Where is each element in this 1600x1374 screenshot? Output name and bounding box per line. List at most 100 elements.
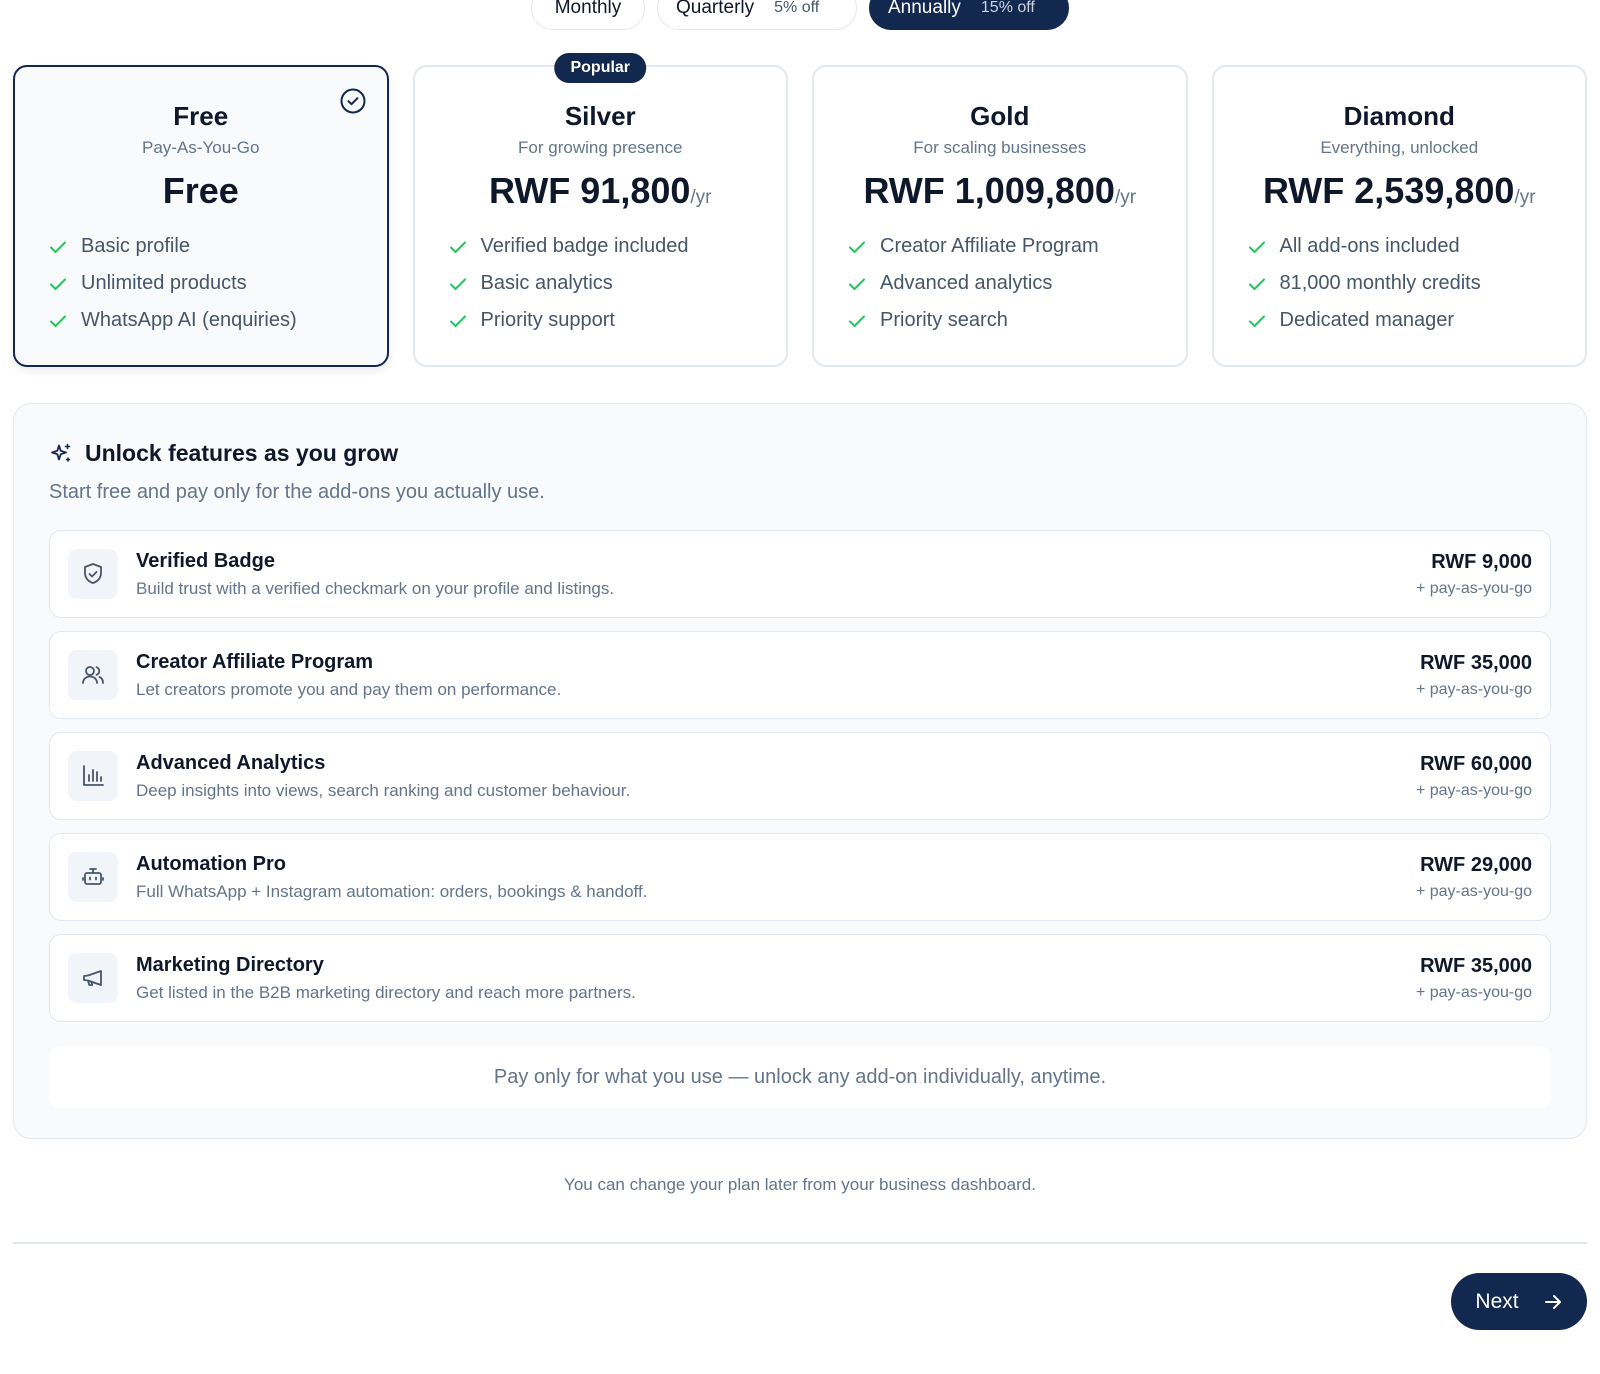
megaphone-icon bbox=[83, 970, 102, 986]
plan-feature: Basic analytics bbox=[447, 265, 787, 302]
check-icon bbox=[1248, 241, 1265, 253]
addon-amount: RWF 35,000 bbox=[1420, 651, 1532, 674]
addon-text: Creator Affiliate Program Let creators p… bbox=[136, 651, 1416, 700]
plan-price: RWF 91,800/yr bbox=[415, 170, 787, 212]
selected-check-icon bbox=[340, 88, 365, 114]
addon-billing: + pay-as-you-go bbox=[1415, 781, 1532, 799]
plan-feature-label: Priority support bbox=[480, 309, 616, 331]
plan-subtitle: For growing presence bbox=[518, 138, 683, 157]
check-icon bbox=[849, 315, 865, 327]
plan-feature-label: Creator Affiliate Program bbox=[880, 235, 1099, 257]
billing-quarterly-button[interactable]: Quarterly 5% off bbox=[657, 0, 857, 30]
addons-panel: Unlock features as you grow Start free a… bbox=[13, 403, 1587, 1139]
addon-icon-wrap bbox=[68, 650, 118, 700]
plan-price: RWF 1,009,800/yr bbox=[814, 170, 1186, 212]
plan-price-amount: Free bbox=[162, 170, 239, 211]
plan-feature: Priority search bbox=[846, 302, 1186, 339]
plan-card-free[interactable]: Free Pay-As-You-Go Free Basic profile Un… bbox=[13, 65, 389, 367]
addon-item-verified-badge[interactable]: Verified Badge Build trust with a verifi… bbox=[49, 530, 1551, 618]
plan-feature-label: Priority search bbox=[880, 309, 1008, 331]
addon-description: Let creators promote you and pay them on… bbox=[136, 679, 562, 699]
addon-list: Verified Badge Build trust with a verifi… bbox=[49, 530, 1551, 1022]
addon-icon-wrap bbox=[68, 751, 118, 801]
addon-text: Marketing Directory Get listed in the B2… bbox=[136, 954, 1416, 1003]
plan-feature: Advanced analytics bbox=[846, 265, 1186, 302]
plan-price-amount: RWF 1,009,800 bbox=[863, 170, 1115, 211]
addon-billing: + pay-as-you-go bbox=[1415, 680, 1532, 698]
addon-icon-wrap bbox=[68, 549, 118, 599]
check-icon bbox=[50, 315, 66, 327]
addon-item-automation-pro[interactable]: Automation Pro Full WhatsApp + Instagram… bbox=[49, 833, 1551, 921]
plan-feature: Unlimited products bbox=[47, 265, 387, 302]
addon-text: Advanced Analytics Deep insights into vi… bbox=[136, 752, 1416, 801]
plan-name: Diamond bbox=[1343, 101, 1455, 131]
plan-name: Free bbox=[173, 101, 229, 131]
plan-card-silver[interactable]: Popular Silver For growing presence RWF … bbox=[412, 53, 788, 367]
billing-monthly-button[interactable]: Monthly bbox=[531, 0, 645, 30]
shield-check-icon bbox=[84, 563, 102, 584]
addon-amount: RWF 60,000 bbox=[1420, 752, 1532, 775]
billing-monthly-label: Monthly bbox=[554, 0, 622, 18]
addon-name: Verified Badge bbox=[136, 549, 275, 572]
addon-icon-wrap bbox=[68, 953, 118, 1003]
plan-feature: Priority support bbox=[447, 302, 787, 339]
addon-billing: + pay-as-you-go bbox=[1415, 882, 1532, 900]
plan-feature: Basic profile bbox=[47, 228, 387, 265]
plan-features: Basic profile Unlimited products WhatsAp… bbox=[15, 228, 387, 339]
addon-name: Automation Pro bbox=[136, 852, 286, 875]
addon-amount: RWF 9,000 bbox=[1431, 550, 1532, 573]
addon-item-marketing-directory[interactable]: Marketing Directory Get listed in the B2… bbox=[49, 934, 1551, 1022]
addon-text: Verified Badge Build trust with a verifi… bbox=[136, 550, 1416, 599]
plan-price-amount: RWF 2,539,800 bbox=[1262, 170, 1515, 211]
change-plan-note: You can change your plan later from your… bbox=[564, 1175, 1036, 1194]
addon-amount: RWF 35,000 bbox=[1420, 954, 1532, 977]
addon-description: Get listed in the B2B marketing director… bbox=[136, 982, 636, 1002]
addons-subtitle: Start free and pay only for the add-ons … bbox=[49, 481, 545, 503]
check-icon bbox=[449, 315, 466, 327]
addons-heading: Unlock features as you grow bbox=[49, 440, 1551, 467]
plan-price-period: /yr bbox=[1114, 187, 1137, 208]
billing-quarterly-label: Quarterly bbox=[676, 0, 755, 18]
plan-features: Verified badge included Basic analytics … bbox=[415, 228, 787, 339]
addon-description: Build trust with a verified checkmark on… bbox=[136, 578, 615, 598]
plan-name: Silver bbox=[564, 101, 636, 131]
addon-price: RWF 60,000 + pay-as-you-go bbox=[1416, 753, 1532, 800]
addon-description: Deep insights into views, search ranking… bbox=[136, 780, 631, 800]
addon-price: RWF 35,000 + pay-as-you-go bbox=[1416, 955, 1532, 1002]
bar-chart-icon bbox=[83, 765, 104, 786]
addon-item-advanced-analytics[interactable]: Advanced Analytics Deep insights into vi… bbox=[49, 732, 1551, 820]
next-button[interactable]: Next bbox=[1451, 1273, 1587, 1330]
addon-amount: RWF 29,000 bbox=[1420, 853, 1532, 876]
billing-annually-button[interactable]: Annually 15% off bbox=[869, 0, 1069, 30]
addon-price: RWF 9,000 + pay-as-you-go bbox=[1416, 551, 1532, 598]
addon-item-creator-affiliate[interactable]: Creator Affiliate Program Let creators p… bbox=[49, 631, 1551, 719]
plan-feature: All add-ons included bbox=[1246, 228, 1586, 265]
addons-title: Unlock features as you grow bbox=[85, 440, 399, 466]
addon-name: Marketing Directory bbox=[136, 953, 324, 976]
addon-text: Automation Pro Full WhatsApp + Instagram… bbox=[136, 853, 1416, 902]
footer-divider bbox=[13, 1242, 1587, 1244]
plan-feature: WhatsApp AI (enquiries) bbox=[47, 302, 387, 339]
plan-feature-label: All add-ons included bbox=[1279, 235, 1460, 257]
plan-feature: Creator Affiliate Program bbox=[846, 228, 1186, 265]
check-icon bbox=[449, 278, 466, 290]
users-icon bbox=[82, 666, 104, 684]
plan-subtitle: For scaling businesses bbox=[913, 138, 1087, 157]
addon-billing: + pay-as-you-go bbox=[1415, 983, 1532, 1001]
plan-price-amount: RWF 91,800 bbox=[488, 170, 691, 211]
plan-feature-label: Basic analytics bbox=[480, 272, 613, 294]
plan-feature-label: WhatsApp AI (enquiries) bbox=[81, 309, 297, 331]
plan-subtitle: Pay-As-You-Go bbox=[142, 138, 260, 157]
check-icon bbox=[1248, 315, 1265, 327]
plan-cards: Free Pay-As-You-Go Free Basic profile Un… bbox=[13, 53, 1587, 367]
plan-price: RWF 2,539,800/yr bbox=[1214, 170, 1586, 212]
check-icon bbox=[50, 241, 66, 253]
billing-annually-discount: 15% off bbox=[980, 0, 1035, 16]
check-icon bbox=[849, 278, 865, 290]
plan-card-gold[interactable]: Gold For scaling businesses RWF 1,009,80… bbox=[812, 65, 1188, 367]
plan-card-diamond[interactable]: Diamond Everything, unlocked RWF 2,539,8… bbox=[1211, 65, 1587, 367]
billing-period-toggle: Monthly Quarterly 5% off Annually 15% of… bbox=[0, 0, 1600, 30]
addon-billing: + pay-as-you-go bbox=[1415, 579, 1532, 597]
plan-feature: 81,000 monthly credits bbox=[1246, 265, 1586, 302]
plan-feature-label: Dedicated manager bbox=[1279, 309, 1455, 331]
